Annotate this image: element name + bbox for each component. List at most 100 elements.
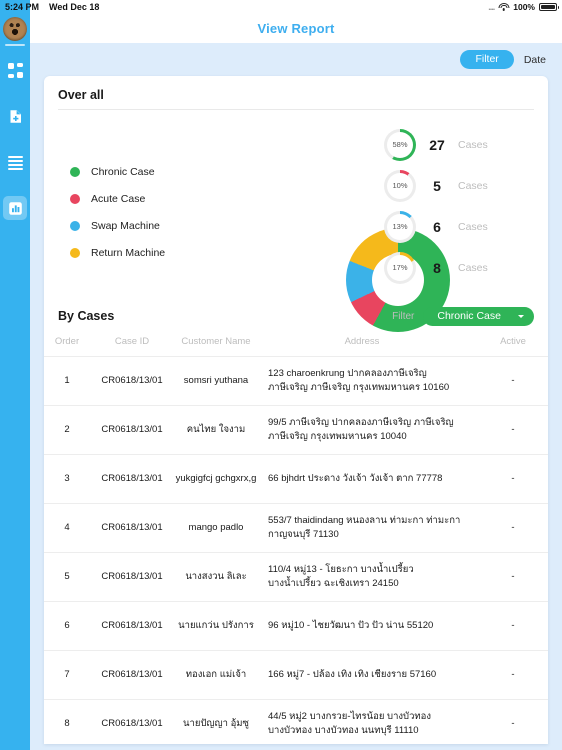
stat-row: 17% 8 Cases (384, 247, 544, 288)
table-row[interactable]: 6 CR0618/13/01 นายแกว่น ปรังการ 96 หมู่1… (44, 600, 548, 650)
grid-icon (7, 62, 23, 78)
cell-order: 1 (44, 355, 90, 405)
stat-row: 58% 27 Cases (384, 124, 544, 165)
sidebar-item-reports[interactable] (0, 190, 30, 226)
cell-case-id: CR0618/13/01 (90, 698, 174, 744)
legend-label: Acute Case (91, 192, 146, 205)
legend-label: Return Machine (91, 246, 166, 259)
cell-case-id: CR0618/13/01 (90, 649, 174, 699)
table-row[interactable]: 5 CR0618/13/01 นางสงวน ลิเละ 110/4 หมู่1… (44, 551, 548, 601)
sidebar-item-dashboard[interactable] (0, 52, 30, 88)
table-row[interactable]: 7 CR0618/13/01 ทองเอก แม่เจ้า 166 หมู่7 … (44, 649, 548, 699)
cell-case-id: CR0618/13/01 (90, 453, 174, 503)
status-right: .... 100% (488, 2, 559, 12)
cell-case-id: CR0618/13/01 (90, 355, 174, 405)
stat-row: 13% 6 Cases (384, 206, 544, 247)
cell-order: 6 (44, 600, 90, 650)
cell-address: 96 หมู่10 - ไชยวัฒนา ปัว ปัว น่าน 55120 (258, 600, 478, 650)
top-bar: View Report (30, 14, 562, 43)
table-row[interactable]: 3 CR0618/13/01 yukgigfcj gchgxrx,g 66 bj… (44, 453, 548, 503)
legend-item: Acute Case (70, 185, 165, 212)
legend-label: Swap Machine (91, 219, 160, 232)
sidebar-nav (0, 52, 30, 236)
table-row[interactable]: 1 CR0618/13/01 somsri yuthana 123 charoe… (44, 355, 548, 405)
percent-label: 10% (392, 181, 408, 190)
sidebar-avatar-wrap[interactable] (0, 14, 30, 48)
stat-unit: Cases (458, 261, 488, 274)
cell-customer: นางสงวน ลิเละ (174, 551, 258, 601)
legend-color-dot (70, 220, 80, 231)
cell-customer: ทองเอก แม่เจ้า (174, 649, 258, 699)
stat-value: 6 (433, 218, 441, 235)
stat-unit: Cases (458, 138, 488, 151)
percent-label: 17% (392, 263, 408, 272)
table-row[interactable]: 4 CR0618/13/01 mango padlo 553/7 thaidin… (44, 502, 548, 552)
bycases-header: By Cases Filter Chronic Case (44, 295, 548, 326)
cell-order: 8 (44, 698, 90, 744)
cell-order: 5 (44, 551, 90, 601)
stat-value: 5 (433, 177, 441, 194)
sidebar (0, 0, 30, 750)
document-add-icon (8, 109, 23, 124)
col-address: Address (344, 335, 380, 347)
table-row[interactable]: 8 CR0618/13/01 นายปัญญา อุ้มซู 44/5 หมู่… (44, 698, 548, 744)
cell-customer: yukgigfcj gchgxrx,g (174, 453, 258, 503)
signal-dots-icon: .... (488, 2, 495, 12)
cell-active: - (478, 404, 548, 454)
bycases-tools: Filter Chronic Case (392, 307, 534, 326)
filter-button[interactable]: Filter (460, 50, 514, 69)
cell-customer: somsri yuthana (174, 355, 258, 405)
cell-active: - (478, 453, 548, 503)
status-time: 5:24 PM (5, 2, 40, 12)
percent-gauge: 58% (384, 128, 416, 161)
avatar[interactable] (3, 17, 27, 41)
status-date: Wed Dec 18 (49, 2, 100, 12)
percent-gauge: 17% (384, 251, 416, 284)
col-order: Order (54, 335, 80, 347)
cell-case-id: CR0618/13/01 (90, 404, 174, 454)
cell-address: 66 bjhdrt ประดาง วังเจ้า วังเจ้า ตาก 777… (258, 453, 478, 503)
cell-order: 7 (44, 649, 90, 699)
app-root: 5:24 PM Wed Dec 18 .... 100% View Report… (0, 0, 562, 750)
cell-case-id: CR0618/13/01 (90, 502, 174, 552)
battery-percent: 100% (513, 2, 535, 12)
cell-order: 2 (44, 404, 90, 454)
stat-value: 27 (429, 136, 445, 153)
cell-customer: นายแกว่น ปรังการ (174, 600, 258, 650)
cell-address: 44/5 หมู่2 บางกรวย-ไทรน้อย บางบัวทอง บาง… (258, 698, 478, 744)
cases-table-body: 1 CR0618/13/01 somsri yuthana 123 charoe… (44, 355, 548, 744)
stats-list: 58% 27 Cases 10% 5 Cases 13% 6 Cases 17%… (384, 124, 544, 288)
stat-unit: Cases (458, 179, 488, 192)
legend-color-dot (70, 193, 80, 204)
percent-gauge: 13% (384, 210, 416, 243)
page-toolbar: Filter Date (30, 43, 562, 76)
date-button[interactable]: Date (524, 54, 546, 66)
cell-order: 4 (44, 502, 90, 552)
sidebar-item-new-document[interactable] (0, 98, 30, 134)
cell-case-id: CR0618/13/01 (90, 600, 174, 650)
cell-order: 3 (44, 453, 90, 503)
legend-item: Return Machine (70, 239, 165, 266)
bycases-title: By Cases (58, 309, 115, 324)
sidebar-item-list[interactable] (0, 144, 30, 180)
overall-section: Chronic Case Acute Case Swap Machine Ret… (44, 110, 548, 332)
wifi-icon (498, 2, 510, 12)
col-active: Active (500, 335, 526, 347)
cell-active: - (478, 355, 548, 405)
col-case-id: Case ID (114, 335, 150, 347)
percent-gauge: 10% (384, 169, 416, 202)
overall-title: Over all (58, 88, 104, 102)
col-customer: Customer Name (181, 335, 251, 347)
percent-label: 13% (392, 222, 408, 231)
page-body: Filter Date Over all Chronic Case Acute … (30, 43, 562, 750)
legend-color-dot (70, 166, 80, 177)
cell-address: 110/4 หมู่13 - โยธะกา บางน้ำเปรี้ยว บางน… (258, 551, 478, 601)
legend-label: Chronic Case (91, 165, 155, 178)
case-type-dropdown[interactable]: Chronic Case (423, 307, 534, 326)
cell-active: - (478, 551, 548, 601)
cell-active: - (478, 649, 548, 699)
table-row[interactable]: 2 CR0618/13/01 คนไทย ใจงาม 99/5 ภาษีเจริ… (44, 404, 548, 454)
cell-active: - (478, 502, 548, 552)
cases-table: Order Case ID Customer Name Address Acti… (44, 335, 548, 744)
case-type-dropdown-value: Chronic Case (437, 310, 501, 322)
